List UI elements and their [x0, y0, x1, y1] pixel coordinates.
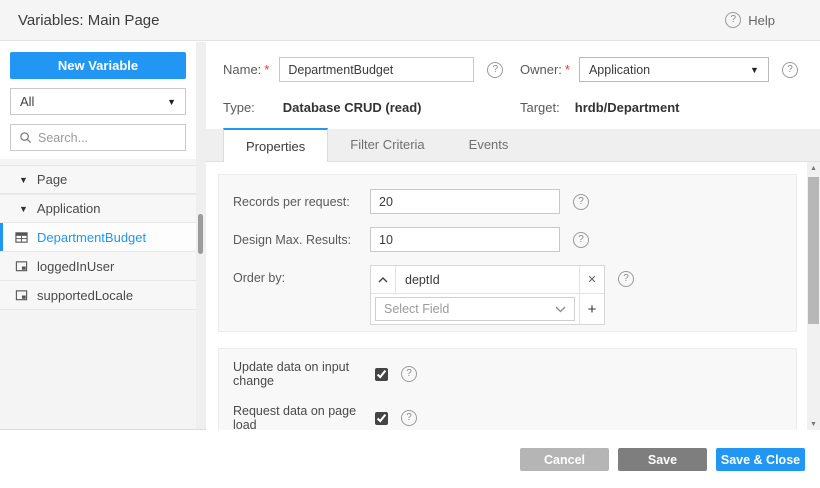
- design-max-results-label: Design Max. Results:: [233, 232, 352, 247]
- request-on-load-checkbox[interactable]: [375, 411, 388, 425]
- order-by-widget: deptId ✕ Select Field +: [370, 265, 605, 325]
- tree-item-departmentbudget[interactable]: DepartmentBudget: [0, 223, 196, 252]
- scroll-up-arrow[interactable]: ▲: [807, 162, 820, 174]
- chevron-down-icon: [555, 306, 566, 312]
- design-max-results-help-icon[interactable]: ?: [573, 231, 589, 248]
- dialog-header: Variables: Main Page ? Help: [0, 0, 820, 41]
- name-help-icon[interactable]: ?: [487, 61, 504, 78]
- tab-events[interactable]: Events: [447, 128, 531, 161]
- behavior-panel: Update data on input change ? Request da…: [218, 348, 797, 430]
- help-label: Help: [748, 12, 775, 28]
- target-value: hrdb/Department: [574, 100, 680, 115]
- owner-select[interactable]: Application ▼: [578, 57, 769, 82]
- tree-item-label: supportedLocale: [37, 287, 134, 303]
- owner-label: Owner:: [520, 62, 562, 77]
- request-on-load-label: Request data on page load: [233, 404, 357, 430]
- tree-group-application[interactable]: ▼ Application: [0, 194, 196, 223]
- variable-name-input[interactable]: [279, 57, 475, 82]
- owner-value: Application: [588, 62, 651, 77]
- new-variable-button[interactable]: New Variable: [10, 52, 186, 79]
- detail-tabs: Properties Filter Criteria Events: [206, 128, 820, 162]
- required-marker: *: [264, 62, 270, 77]
- static-variable-icon: [15, 260, 28, 271]
- tree-group-label: Application: [36, 201, 101, 216]
- add-order-field-button[interactable]: +: [579, 294, 604, 324]
- owner-help-icon[interactable]: ?: [781, 61, 798, 78]
- order-by-field-value: deptId: [405, 272, 440, 287]
- variable-filter-select[interactable]: All ▼: [10, 88, 186, 115]
- sidebar-scrollbar[interactable]: [196, 42, 206, 429]
- chevron-up-icon: [378, 276, 388, 282]
- records-per-request-label: Records per request:: [233, 194, 350, 209]
- update-on-input-checkbox[interactable]: [375, 367, 388, 381]
- save-button[interactable]: Save: [618, 448, 707, 471]
- type-value: Database CRUD (read): [282, 100, 422, 115]
- records-per-request-input[interactable]: [370, 189, 560, 214]
- properties-tab-content: Records per request: ? Design Max. Resul…: [206, 162, 807, 430]
- update-on-input-help-icon[interactable]: ?: [401, 366, 417, 382]
- tree-item-label: DepartmentBudget: [37, 229, 147, 245]
- variables-tree: ▼ Page ▼ Application DepartmentBudget lo…: [0, 165, 196, 310]
- page-title: Variables: Main Page: [18, 11, 160, 29]
- content-scrollbar-thumb[interactable]: [808, 177, 819, 324]
- tree-group-page[interactable]: ▼ Page: [0, 165, 196, 194]
- tree-item-label: loggedInUser: [37, 258, 115, 274]
- sort-direction-button[interactable]: [371, 266, 396, 293]
- database-variable-icon: [15, 231, 28, 243]
- chevron-down-icon: ▼: [167, 96, 176, 107]
- variables-sidebar: New Variable All ▼ ▼ Page ▼ Application: [0, 42, 206, 430]
- variable-summary-form: Name: * ? Owner: * Application ▼ ? Type:…: [206, 42, 820, 129]
- tree-item-supportedlocale[interactable]: supportedLocale: [0, 281, 196, 310]
- chevron-expanded-icon: ▼: [19, 203, 28, 214]
- tab-filter-criteria[interactable]: Filter Criteria: [328, 128, 446, 161]
- name-label: Name:: [223, 62, 262, 77]
- content-scrollbar[interactable]: ▲ ▼: [807, 162, 820, 430]
- variable-filter-value: All: [20, 94, 35, 109]
- tree-group-label: Page: [36, 172, 68, 187]
- request-on-load-help-icon[interactable]: ?: [401, 410, 417, 426]
- variable-detail-panel: Name: * ? Owner: * Application ▼ ? Type:…: [206, 42, 820, 430]
- required-marker: *: [564, 62, 570, 77]
- select-field-placeholder: Select Field: [384, 302, 450, 316]
- chevron-down-icon: ▼: [750, 64, 759, 75]
- design-max-results-input[interactable]: [370, 227, 560, 252]
- type-label: Type:: [223, 100, 255, 115]
- data-settings-panel: Records per request: ? Design Max. Resul…: [218, 174, 797, 332]
- dialog-footer: Cancel Save Save & Close: [0, 431, 820, 488]
- tree-item-loggedinuser[interactable]: loggedInUser: [0, 252, 196, 281]
- remove-order-field-button[interactable]: ✕: [579, 266, 604, 293]
- save-and-close-button[interactable]: Save & Close: [716, 448, 805, 471]
- search-input[interactable]: [38, 130, 178, 145]
- scroll-down-arrow[interactable]: ▼: [807, 418, 820, 430]
- variable-search-box[interactable]: [10, 124, 186, 151]
- static-variable-icon: [15, 289, 28, 300]
- chevron-expanded-icon: ▼: [19, 174, 28, 185]
- sidebar-scrollbar-thumb[interactable]: [198, 214, 203, 254]
- order-by-help-icon[interactable]: ?: [618, 271, 634, 287]
- help-button[interactable]: ? Help: [725, 12, 775, 28]
- order-by-label: Order by:: [233, 271, 286, 285]
- help-question-icon: ?: [725, 12, 742, 28]
- update-on-input-label: Update data on input change: [233, 360, 350, 388]
- records-per-request-help-icon[interactable]: ?: [573, 193, 589, 210]
- target-label: Target:: [520, 100, 560, 115]
- tab-properties[interactable]: Properties: [223, 128, 329, 162]
- search-icon: [20, 132, 32, 144]
- cancel-button[interactable]: Cancel: [520, 448, 609, 471]
- select-field-dropdown[interactable]: Select Field: [375, 297, 575, 321]
